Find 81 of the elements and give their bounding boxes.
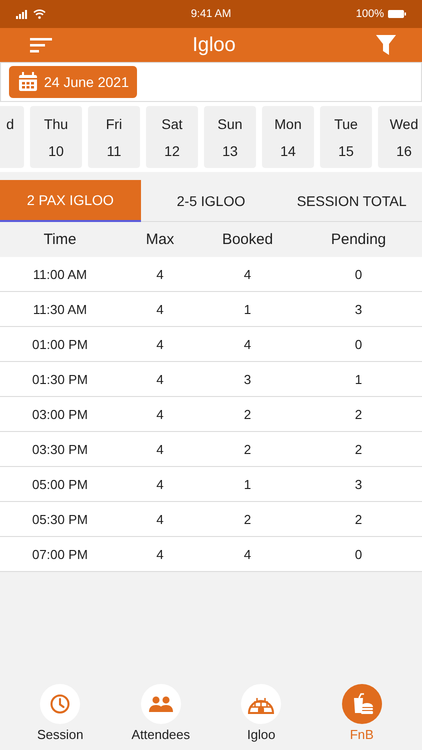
table-cell-text: 05:00 PM — [31, 476, 89, 492]
table-cell-text: 2 — [242, 406, 252, 422]
day-card[interactable]: Mon 14 — [262, 106, 314, 168]
table-cell-text: 4 — [155, 512, 165, 526]
table-cell-text: 1 — [354, 372, 364, 386]
day-number: 15 — [338, 142, 354, 158]
table-cell-text: 0 — [354, 336, 364, 352]
table-cell-text: 2 — [354, 406, 364, 422]
table-cell-text: 07:00 PM — [31, 546, 89, 562]
table-cell-text: 01:00 PM — [31, 336, 89, 352]
table-cell-text: 4 — [155, 476, 165, 492]
day-name: Wed — [390, 116, 418, 132]
day-card[interactable]: Sun 13 — [204, 106, 256, 168]
day-card[interactable]: Sat 12 — [146, 106, 198, 168]
day-card[interactable]: Wed 16 — [378, 106, 422, 168]
table-cell-text: 4 — [242, 546, 252, 562]
table-cell-text: 2 — [354, 512, 364, 526]
table-cell-text: 4 — [155, 372, 165, 386]
status-time: 9:41 AM — [190, 8, 232, 20]
table-cell-text: 0 — [354, 546, 364, 562]
column-header: Time — [42, 231, 78, 248]
day-name: Tue — [334, 116, 358, 132]
table-cell-text: 01:30 PM — [31, 372, 89, 386]
table-cell-text: 11:30 AM — [32, 302, 88, 316]
nav-button[interactable] — [241, 684, 282, 724]
table-cell-text: 2 — [242, 442, 252, 456]
battery-percent: 100% — [356, 8, 384, 20]
table-cell-text: 4 — [155, 442, 165, 456]
table-cell-text: 4 — [155, 406, 165, 422]
signal-icon — [16, 10, 29, 18]
app-title: Igloo — [192, 34, 236, 56]
day-name: Sun — [218, 116, 242, 132]
nav-label[interactable]: Igloo — [247, 727, 276, 742]
day-number: 13 — [222, 142, 238, 158]
table-cell-text: 3 — [354, 476, 364, 492]
table-cell-text: 4 — [155, 266, 165, 282]
day-name: d — [6, 116, 14, 132]
day-card[interactable]: Tue 15 — [320, 106, 372, 168]
menu-icon[interactable] — [30, 38, 52, 52]
table-cell-text: 03:00 PM — [31, 406, 89, 422]
day-number: 12 — [164, 142, 180, 158]
clock-icon — [49, 693, 72, 715]
column-header: Max — [144, 231, 176, 248]
table-cell-text: 2 — [242, 512, 252, 526]
table-cell-text: 4 — [155, 302, 165, 316]
table-cell-text: 3 — [242, 372, 252, 386]
day-name: Sat — [161, 116, 182, 132]
day-card[interactable]: Thu 10 — [30, 106, 82, 168]
nav-label[interactable]: Attendees — [131, 727, 190, 742]
table-cell-text: 11:00 AM — [32, 266, 88, 282]
table-cell-text: 1 — [242, 476, 252, 492]
people-icon — [148, 695, 174, 713]
table-cell-text: 4 — [242, 266, 252, 282]
day-name: Fri — [106, 116, 122, 132]
day-name: Thu — [44, 116, 68, 132]
table-cell-text: 05:30 PM — [31, 512, 89, 526]
table-cell-text: 2 — [354, 442, 364, 456]
column-header: Pending — [330, 231, 388, 248]
day-name: Mon — [274, 116, 302, 132]
table-cell-text: 1 — [242, 302, 252, 316]
table-cell-text: 4 — [155, 546, 165, 562]
wifi-icon — [33, 9, 46, 19]
table-cell-text: 3 — [354, 302, 364, 316]
day-number: 16 — [396, 142, 412, 158]
day-card[interactable]: d — [0, 106, 24, 168]
battery-icon — [388, 10, 406, 18]
calendar-icon — [18, 72, 38, 92]
day-card[interactable]: Fri 11 — [88, 106, 140, 168]
nav-button[interactable] — [342, 684, 382, 724]
day-number: 14 — [280, 142, 296, 158]
filter-icon[interactable] — [376, 35, 396, 55]
nav-button[interactable] — [40, 684, 80, 724]
column-header: Booked — [221, 231, 274, 248]
day-number: 11 — [106, 142, 122, 158]
day-number: 10 — [48, 142, 64, 158]
table-cell-text: 4 — [155, 336, 165, 352]
table-cell-text: 4 — [242, 336, 252, 352]
table-cell-text: 03:30 PM — [31, 442, 89, 456]
nav-button[interactable] — [140, 684, 181, 724]
nav-label[interactable]: Session — [37, 727, 84, 742]
table-cell-text: 0 — [354, 266, 364, 282]
